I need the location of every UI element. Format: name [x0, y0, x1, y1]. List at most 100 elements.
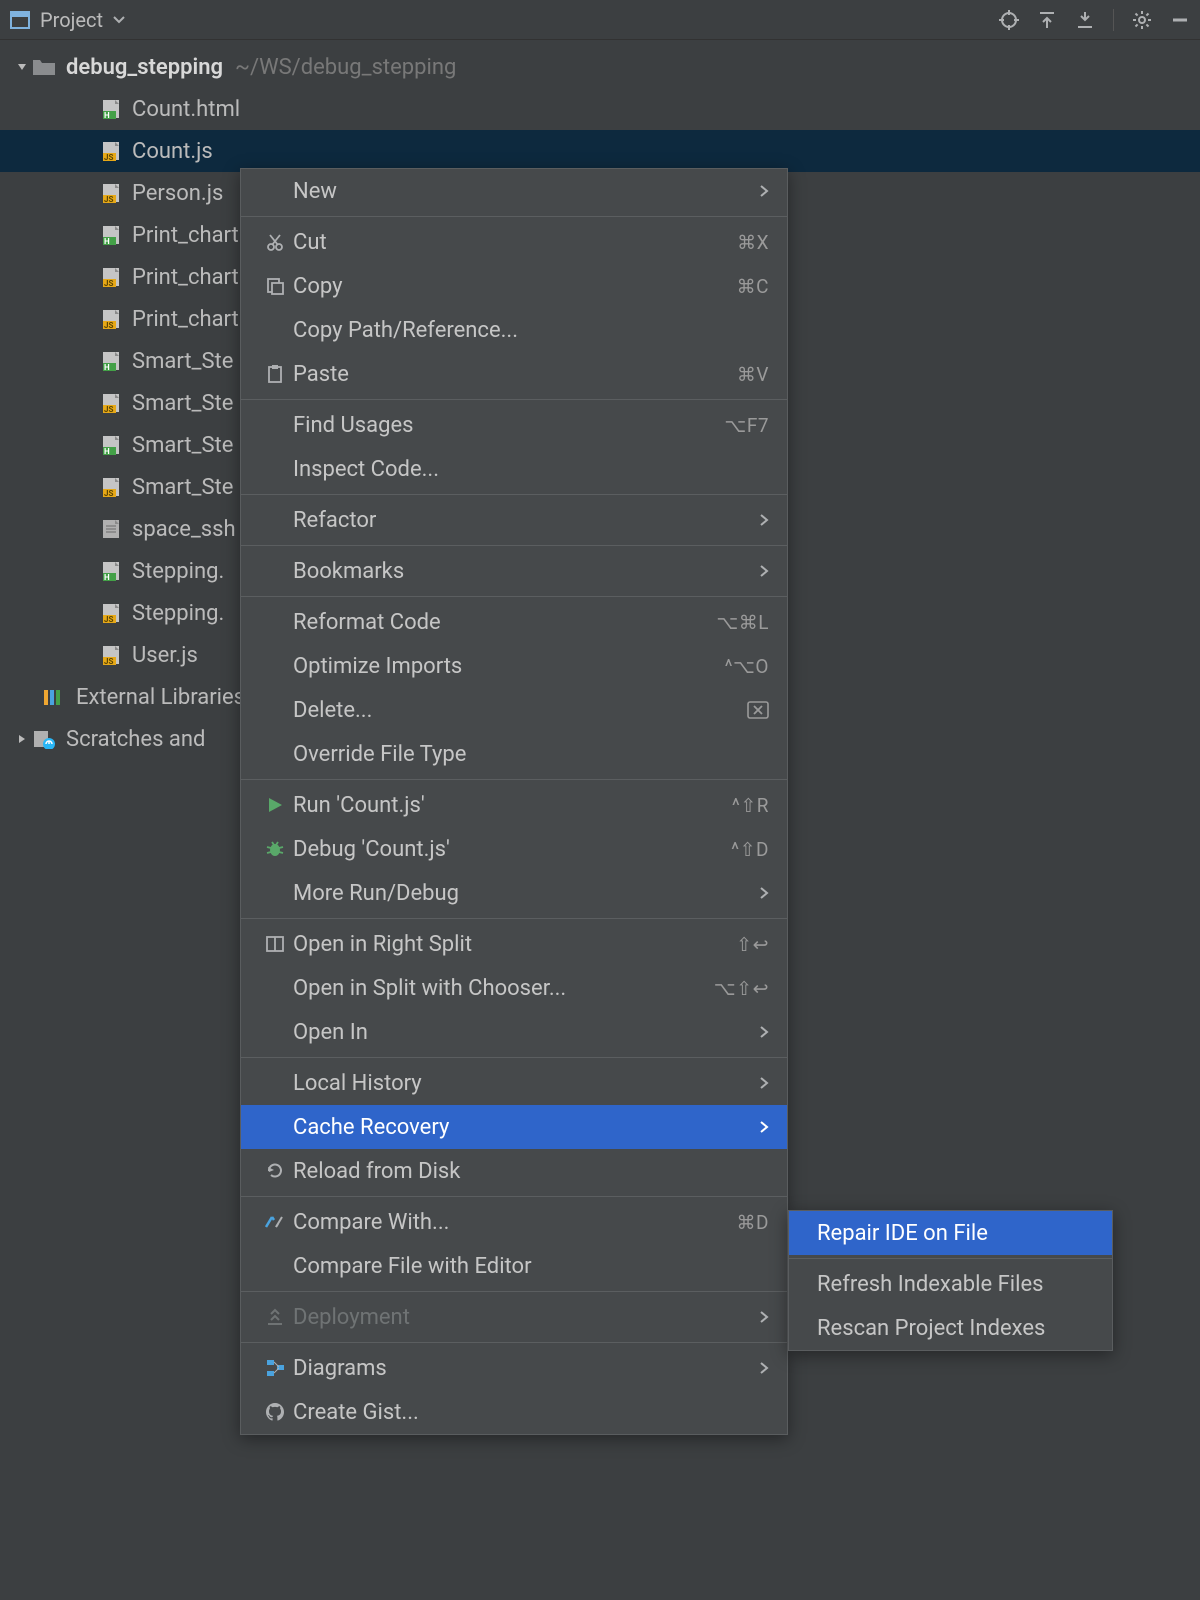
menu-shortcut: ⌘C	[737, 275, 769, 298]
file-item[interactable]: JSCount.js	[0, 130, 1200, 172]
chevron-right-icon	[759, 1025, 769, 1039]
menu-item[interactable]: Find Usages⌥F7	[241, 403, 787, 447]
menu-item[interactable]: Delete...	[241, 688, 787, 732]
reload-icon	[259, 1161, 291, 1181]
menu-item[interactable]: Cut⌘X	[241, 220, 787, 264]
svg-text:H: H	[104, 573, 110, 582]
menu-item[interactable]: Compare With...⌘D	[241, 1200, 787, 1244]
collapse-all-icon[interactable]	[1075, 10, 1095, 30]
menu-item[interactable]: Reload from Disk	[241, 1149, 787, 1193]
menu-item[interactable]: Optimize Imports^⌥O	[241, 644, 787, 688]
js-file-icon: JS	[100, 140, 122, 162]
menu-item[interactable]: Inspect Code...	[241, 447, 787, 491]
html-file-icon: H	[100, 350, 122, 372]
menu-label: More Run/Debug	[291, 881, 749, 906]
svg-text:JS: JS	[104, 279, 113, 288]
menu-label: New	[291, 179, 749, 204]
menu-item[interactable]: Run 'Count.js'^⇧R	[241, 783, 787, 827]
submenu-item[interactable]: Rescan Project Indexes	[789, 1306, 1112, 1350]
file-label: Print_chart	[132, 265, 239, 290]
svg-text:JS: JS	[104, 321, 113, 330]
menu-label: Compare With...	[291, 1210, 737, 1235]
menu-shortcut: ⌘X	[737, 231, 769, 254]
menu-item[interactable]: Override File Type	[241, 732, 787, 776]
svg-text:H: H	[104, 363, 110, 372]
svg-text:JS: JS	[104, 489, 113, 498]
menu-item[interactable]: Reformat Code⌥⌘L	[241, 600, 787, 644]
menu-item[interactable]: Debug 'Count.js'^⇧D	[241, 827, 787, 871]
menu-item[interactable]: Paste⌘V	[241, 352, 787, 396]
svg-text:JS: JS	[104, 615, 113, 624]
submenu-label: Refresh Indexable Files	[807, 1272, 1094, 1297]
menu-shortcut: ⇧↩	[736, 933, 769, 956]
js-file-icon: JS	[100, 602, 122, 624]
project-selector[interactable]: Project	[10, 8, 125, 32]
delete-key-icon	[747, 701, 769, 719]
menu-item[interactable]: Bookmarks	[241, 549, 787, 593]
menu-label: Open in Right Split	[291, 932, 736, 957]
menu-item[interactable]: More Run/Debug	[241, 871, 787, 915]
submenu-label: Rescan Project Indexes	[807, 1316, 1094, 1341]
menu-shortcut: ⌘D	[737, 1211, 769, 1234]
submenu-item[interactable]: Refresh Indexable Files	[789, 1262, 1112, 1306]
js-file-icon: JS	[100, 476, 122, 498]
expand-all-icon[interactable]	[1037, 10, 1057, 30]
chevron-right-icon	[759, 1310, 769, 1324]
txt-file-icon	[100, 518, 122, 540]
chevron-right-icon	[759, 513, 769, 527]
menu-item[interactable]: Copy Path/Reference...	[241, 308, 787, 352]
minimize-icon[interactable]	[1170, 10, 1190, 30]
gear-icon[interactable]	[1132, 10, 1152, 30]
menu-item[interactable]: Local History	[241, 1061, 787, 1105]
menu-separator	[241, 596, 787, 597]
menu-item[interactable]: Open In	[241, 1010, 787, 1054]
target-icon[interactable]	[999, 10, 1019, 30]
menu-item[interactable]: Open in Right Split⇧↩	[241, 922, 787, 966]
menu-label: Deployment	[291, 1305, 749, 1330]
svg-text:H: H	[104, 447, 110, 456]
menu-item[interactable]: Open in Split with Chooser...⌥⇧↩	[241, 966, 787, 1010]
svg-text:H: H	[104, 237, 110, 246]
copy-icon	[259, 276, 291, 296]
menu-item[interactable]: Cache Recovery	[241, 1105, 787, 1149]
menu-label: Bookmarks	[291, 559, 749, 584]
menu-separator	[241, 1291, 787, 1292]
submenu-label: Repair IDE on File	[807, 1221, 1094, 1246]
menu-separator	[241, 918, 787, 919]
js-file-icon: JS	[100, 182, 122, 204]
menu-label: Open in Split with Chooser...	[291, 976, 714, 1001]
menu-label: Find Usages	[291, 413, 724, 438]
file-label: Stepping.	[132, 601, 224, 626]
separator	[1113, 9, 1114, 31]
menu-item[interactable]: Compare File with Editor	[241, 1244, 787, 1288]
debug-icon	[259, 839, 291, 859]
submenu-item[interactable]: Repair IDE on File	[789, 1211, 1112, 1255]
menu-label: Copy	[291, 274, 737, 299]
menu-separator	[241, 1057, 787, 1058]
menu-item: Deployment	[241, 1295, 787, 1339]
menu-item[interactable]: Copy⌘C	[241, 264, 787, 308]
menu-item[interactable]: Refactor	[241, 498, 787, 542]
svg-text:JS: JS	[104, 153, 113, 162]
menu-separator	[241, 1342, 787, 1343]
menu-shortcut: ⌥⇧↩	[714, 977, 769, 1000]
file-label: Smart_Ste	[132, 349, 233, 374]
menu-label: Reload from Disk	[291, 1159, 769, 1184]
menu-item[interactable]: Diagrams	[241, 1346, 787, 1390]
js-file-icon: JS	[100, 266, 122, 288]
file-item[interactable]: HCount.html	[0, 88, 1200, 130]
menu-label: Debug 'Count.js'	[291, 837, 731, 862]
chevron-right-icon	[759, 184, 769, 198]
chevron-right-icon	[759, 1361, 769, 1375]
js-file-icon: JS	[100, 308, 122, 330]
menu-label: Local History	[291, 1071, 749, 1096]
submenu-cache-recovery: Repair IDE on File Refresh Indexable File…	[788, 1210, 1113, 1351]
project-root[interactable]: debug_stepping~/WS/debug_stepping	[0, 46, 1200, 88]
html-file-icon: H	[100, 98, 122, 120]
file-label: Print_chart	[132, 223, 239, 248]
menu-item[interactable]: Create Gist...	[241, 1390, 787, 1434]
github-icon	[259, 1402, 291, 1422]
menu-label: Inspect Code...	[291, 457, 769, 482]
chevron-right-icon	[759, 1120, 769, 1134]
menu-item[interactable]: New	[241, 169, 787, 213]
